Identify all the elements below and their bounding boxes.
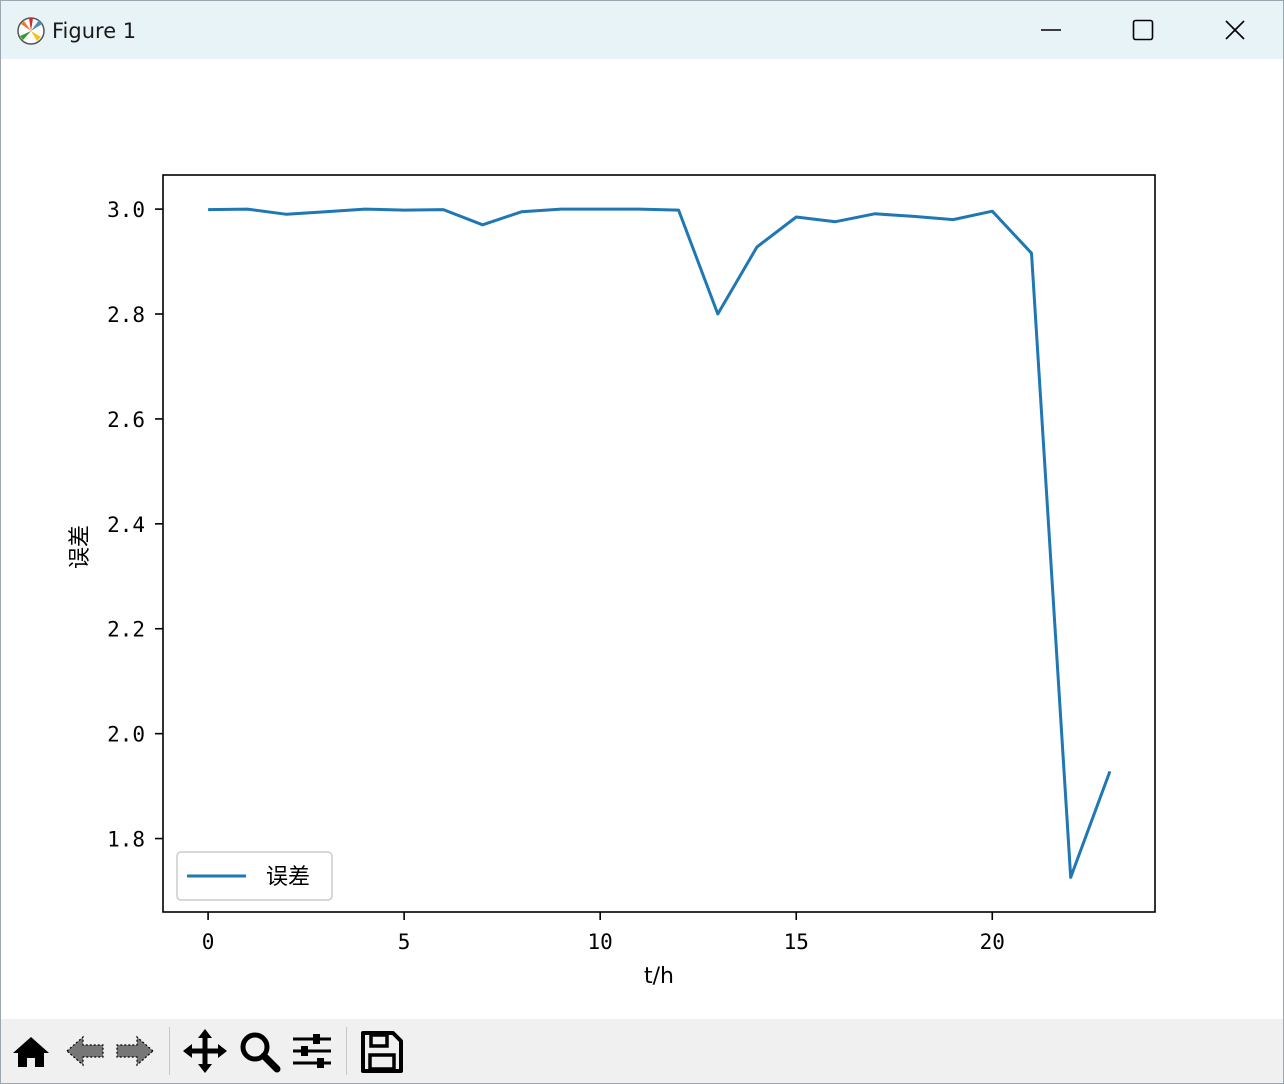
- x-tick-label: 20: [980, 930, 1005, 954]
- y-tick-label: 2.2: [107, 618, 145, 642]
- home-button[interactable]: [7, 1027, 55, 1075]
- save-button[interactable]: [357, 1027, 405, 1075]
- sliders-icon: [293, 1034, 331, 1068]
- maximize-button[interactable]: [1097, 1, 1189, 59]
- line-chart: 0 5 10 15 20 1.8 2.0 2.2 2.4 2.6 2.8 3.0 t/h 误差 误差: [68, 174, 1156, 989]
- close-icon: [1225, 20, 1245, 40]
- matplotlib-logo-icon: [15, 15, 47, 47]
- move-icon: [183, 1029, 227, 1073]
- configure-subplots-button[interactable]: [289, 1027, 337, 1075]
- x-axis-label: t/h: [644, 964, 674, 989]
- back-arrow-icon: [66, 1035, 104, 1067]
- y-tick-label: 2.4: [107, 513, 145, 537]
- figure-canvas[interactable]: 0 5 10 15 20 1.8 2.0 2.2 2.4 2.6 2.8 3.0 t/h 误差 误差: [1, 59, 1283, 1019]
- title-bar[interactable]: Figure 1: [1, 1, 1283, 59]
- magnifier-icon: [240, 1032, 281, 1073]
- minimize-button[interactable]: [1005, 1, 1097, 59]
- y-tick-label: 2.6: [107, 408, 145, 432]
- y-axis-label: 误差: [68, 525, 93, 569]
- axes-frame: [162, 174, 1156, 913]
- x-tick-label: 5: [398, 930, 411, 954]
- toolbar-separator: [169, 1027, 170, 1075]
- maximize-icon: [1132, 19, 1154, 41]
- floppy-disk-icon: [361, 1031, 403, 1073]
- pan-button[interactable]: [181, 1027, 229, 1075]
- y-tick-label: 1.8: [107, 828, 145, 852]
- toolbar-separator: [346, 1027, 347, 1075]
- close-button[interactable]: [1189, 1, 1281, 59]
- y-tick-label: 2.0: [107, 723, 145, 747]
- zoom-button[interactable]: [235, 1027, 283, 1075]
- legend-label: 误差: [266, 865, 310, 890]
- window-title: Figure 1: [52, 19, 137, 43]
- back-button[interactable]: [61, 1027, 109, 1075]
- navigation-toolbar: [1, 1019, 1283, 1083]
- x-tick-label: 15: [784, 930, 809, 954]
- legend: 误差: [176, 851, 333, 901]
- figure-window: Figure 1 0 5 10 15 20 1.8 2.0 2.2 2.4 2.6 2.8 3.0 …: [0, 0, 1284, 1084]
- x-tick-label: 0: [202, 930, 215, 954]
- forward-arrow-icon: [116, 1035, 154, 1067]
- y-tick-label: 3.0: [107, 198, 145, 222]
- minimize-icon: [1041, 29, 1061, 31]
- x-tick-label: 10: [588, 930, 613, 954]
- home-icon: [13, 1037, 49, 1067]
- y-tick-label: 2.8: [107, 303, 145, 327]
- forward-button[interactable]: [111, 1027, 159, 1075]
